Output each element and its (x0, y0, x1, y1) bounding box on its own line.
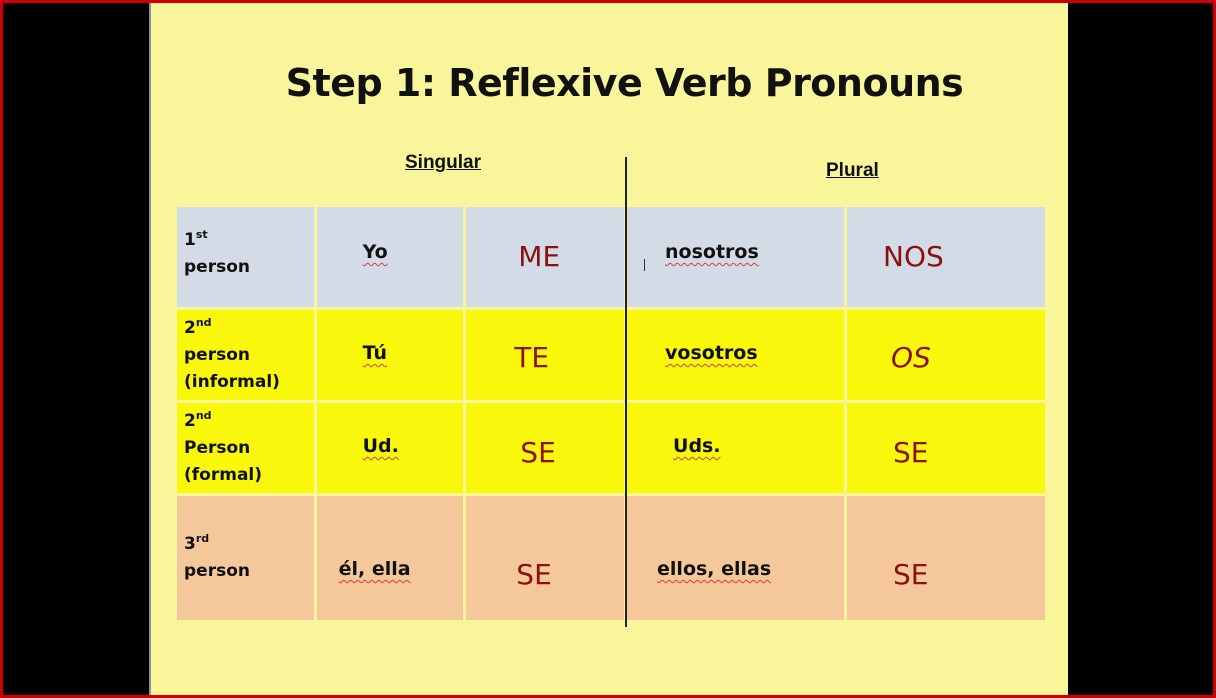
singular-header: Singular (405, 152, 482, 173)
plural-subject-cell: Uds. (627, 403, 845, 493)
subject-word: vosotros (665, 342, 758, 364)
subject-word: Uds. (673, 435, 721, 457)
person-label: person (184, 344, 250, 365)
plural-subject-cell: vosotros (627, 310, 845, 400)
reflexive-pronoun: NOS (883, 240, 944, 273)
subject-word: nosotros (665, 241, 759, 263)
subject-word: él, ella (338, 558, 411, 580)
singular-pronoun-cell: ME (466, 207, 625, 307)
reflexive-pronoun: SE (516, 558, 552, 591)
subject-word: Ud. (362, 435, 399, 457)
plural-pronoun-cell: SE (847, 403, 1045, 493)
ordinal-suffix: rd (195, 532, 210, 545)
reflexive-pronoun: ME (518, 240, 561, 273)
plural-pronoun-cell: SE (847, 496, 1045, 620)
plural-subject-cell: ellos, ellas (627, 496, 845, 620)
person-cell: 2nd person (informal) (177, 310, 314, 400)
reflexive-pronoun: SE (893, 436, 929, 469)
reflexive-pronoun: TE (514, 341, 550, 374)
singular-subject-cell: Ud. (316, 403, 464, 493)
text-cursor-icon (644, 259, 651, 271)
ordinal-suffix: st (195, 228, 208, 241)
singular-pronoun-cell: TE (466, 310, 625, 400)
singular-subject-cell: Tú (316, 310, 464, 400)
singular-subject-cell: Yo (316, 207, 464, 307)
singular-pronoun-cell: SE (466, 403, 625, 493)
person-cell: 2nd Person (formal) (177, 403, 314, 493)
slide-title: Step 1: Reflexive Verb Pronouns (285, 61, 964, 105)
ordinal: 2 (184, 410, 196, 431)
person-cell: 3rd person (177, 496, 314, 620)
slide: Step 1: Reflexive Verb Pronouns Singular… (149, 3, 1068, 695)
table-row: 2nd Person (formal) Ud. SE Uds. SE (177, 403, 1045, 493)
ordinal: 1 (184, 230, 196, 250)
person-label-detail: (formal) (184, 464, 263, 485)
singular-pronoun-cell: SE (466, 496, 625, 620)
ordinal-suffix: nd (195, 315, 212, 329)
subject-word: ellos, ellas (657, 558, 772, 580)
plural-pronoun-cell: NOS (847, 207, 1045, 307)
subject-word: Yo (362, 241, 388, 263)
person-label: person (184, 561, 250, 581)
reflexive-pronoun: SE (893, 558, 929, 591)
table-row: 1st person Yo ME nosotros NOS (177, 207, 1045, 307)
table-row: 2nd person (informal) Tú TE vosotros OS (177, 310, 1045, 400)
reflexive-pronoun: OS (891, 341, 931, 374)
column-divider (625, 157, 627, 627)
reflexive-pronoun: SE (520, 436, 556, 469)
person-label-detail: (informal) (184, 371, 280, 392)
person-cell: 1st person (177, 207, 314, 307)
table-row: 3rd person él, ella SE ellos, ellas SE (177, 496, 1045, 620)
plural-pronoun-cell: OS (847, 310, 1045, 400)
ordinal: 2 (184, 317, 196, 338)
ordinal: 3 (184, 534, 196, 554)
singular-subject-cell: él, ella (316, 496, 464, 620)
ordinal-suffix: nd (195, 408, 212, 422)
person-label: Person (184, 437, 251, 458)
person-label: person (184, 257, 250, 277)
pronoun-table: 1st person Yo ME nosotros NOS 2nd person (i… (174, 204, 1048, 623)
subject-word: Tú (362, 342, 388, 364)
plural-subject-cell: nosotros (627, 207, 845, 307)
plural-header: Plural (826, 160, 879, 181)
